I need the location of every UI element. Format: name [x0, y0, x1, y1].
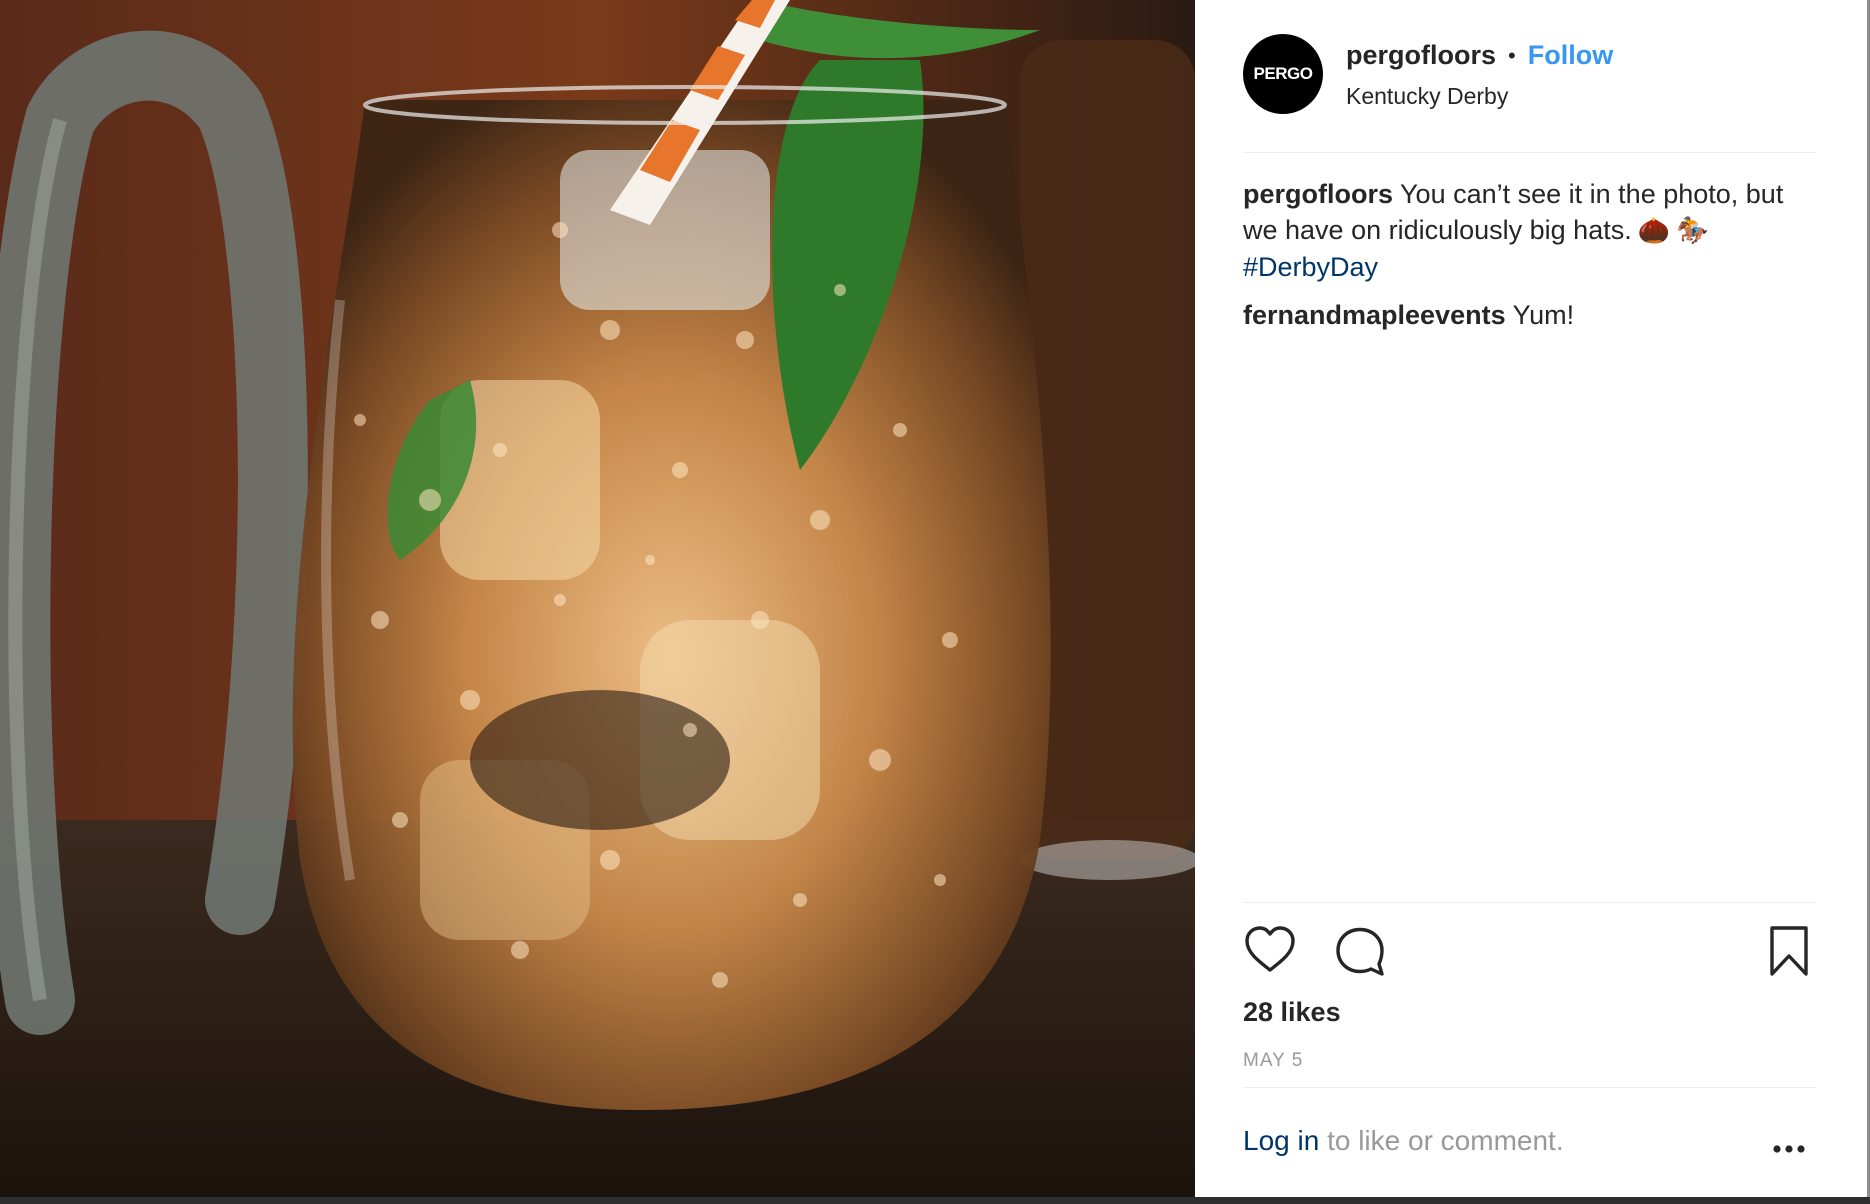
- chestnut-emoji-icon: 🌰: [1637, 216, 1671, 246]
- header-line: pergofloors • Follow: [1346, 40, 1613, 71]
- post-details-panel: PERGO pergofloors • Follow Kentucky Derb…: [1195, 0, 1870, 1197]
- login-prompt-text: Log in to like or comment.: [1243, 1125, 1564, 1156]
- comment-username[interactable]: fernandmapleevents: [1243, 300, 1506, 330]
- more-options-icon: [1773, 1145, 1805, 1153]
- login-prompt: Log in to like or comment.: [1243, 1125, 1816, 1165]
- comment-item: fernandmapleevents Yum!: [1243, 297, 1816, 333]
- likes-count[interactable]: 28 likes: [1243, 997, 1341, 1028]
- comments-section: pergofloors You can’t see it in the phot…: [1243, 176, 1816, 333]
- post-date[interactable]: MAY 5: [1243, 1050, 1303, 1072]
- comment-text: Yum!: [1512, 300, 1575, 330]
- login-prompt-rest: to like or comment.: [1319, 1125, 1564, 1156]
- page-bottom-edge: [0, 1197, 1870, 1204]
- avatar[interactable]: PERGO: [1243, 34, 1323, 114]
- avatar-logo-text: PERGO: [1253, 64, 1313, 83]
- caption-username[interactable]: pergofloors: [1243, 179, 1393, 209]
- hashtag-link[interactable]: #DerbyDay: [1243, 249, 1378, 285]
- save-button[interactable]: [1762, 924, 1816, 978]
- post-header: PERGO pergofloors • Follow Kentucky Derb…: [1243, 34, 1816, 152]
- post-photo[interactable]: [0, 0, 1195, 1197]
- author-username[interactable]: pergofloors: [1346, 40, 1496, 71]
- header-divider: [1243, 152, 1816, 153]
- bookmark-icon: [1770, 926, 1808, 976]
- more-options-button[interactable]: [1772, 1141, 1806, 1153]
- horse-racing-emoji-icon: 🏇: [1676, 216, 1709, 246]
- mint-julep-photo: [0, 0, 1195, 1197]
- comment-button[interactable]: [1333, 924, 1387, 978]
- comment-bubble-icon: [1336, 927, 1384, 976]
- action-bar: [1243, 924, 1816, 980]
- like-button[interactable]: [1243, 924, 1297, 978]
- post-location[interactable]: Kentucky Derby: [1346, 83, 1508, 110]
- follow-button[interactable]: Follow: [1528, 40, 1613, 71]
- login-link[interactable]: Log in: [1243, 1125, 1319, 1156]
- caption: pergofloors You can’t see it in the phot…: [1243, 176, 1816, 285]
- separator-dot: •: [1508, 42, 1516, 68]
- heart-icon: [1245, 926, 1295, 972]
- actions-divider: [1243, 902, 1816, 903]
- footer-divider: [1243, 1087, 1816, 1088]
